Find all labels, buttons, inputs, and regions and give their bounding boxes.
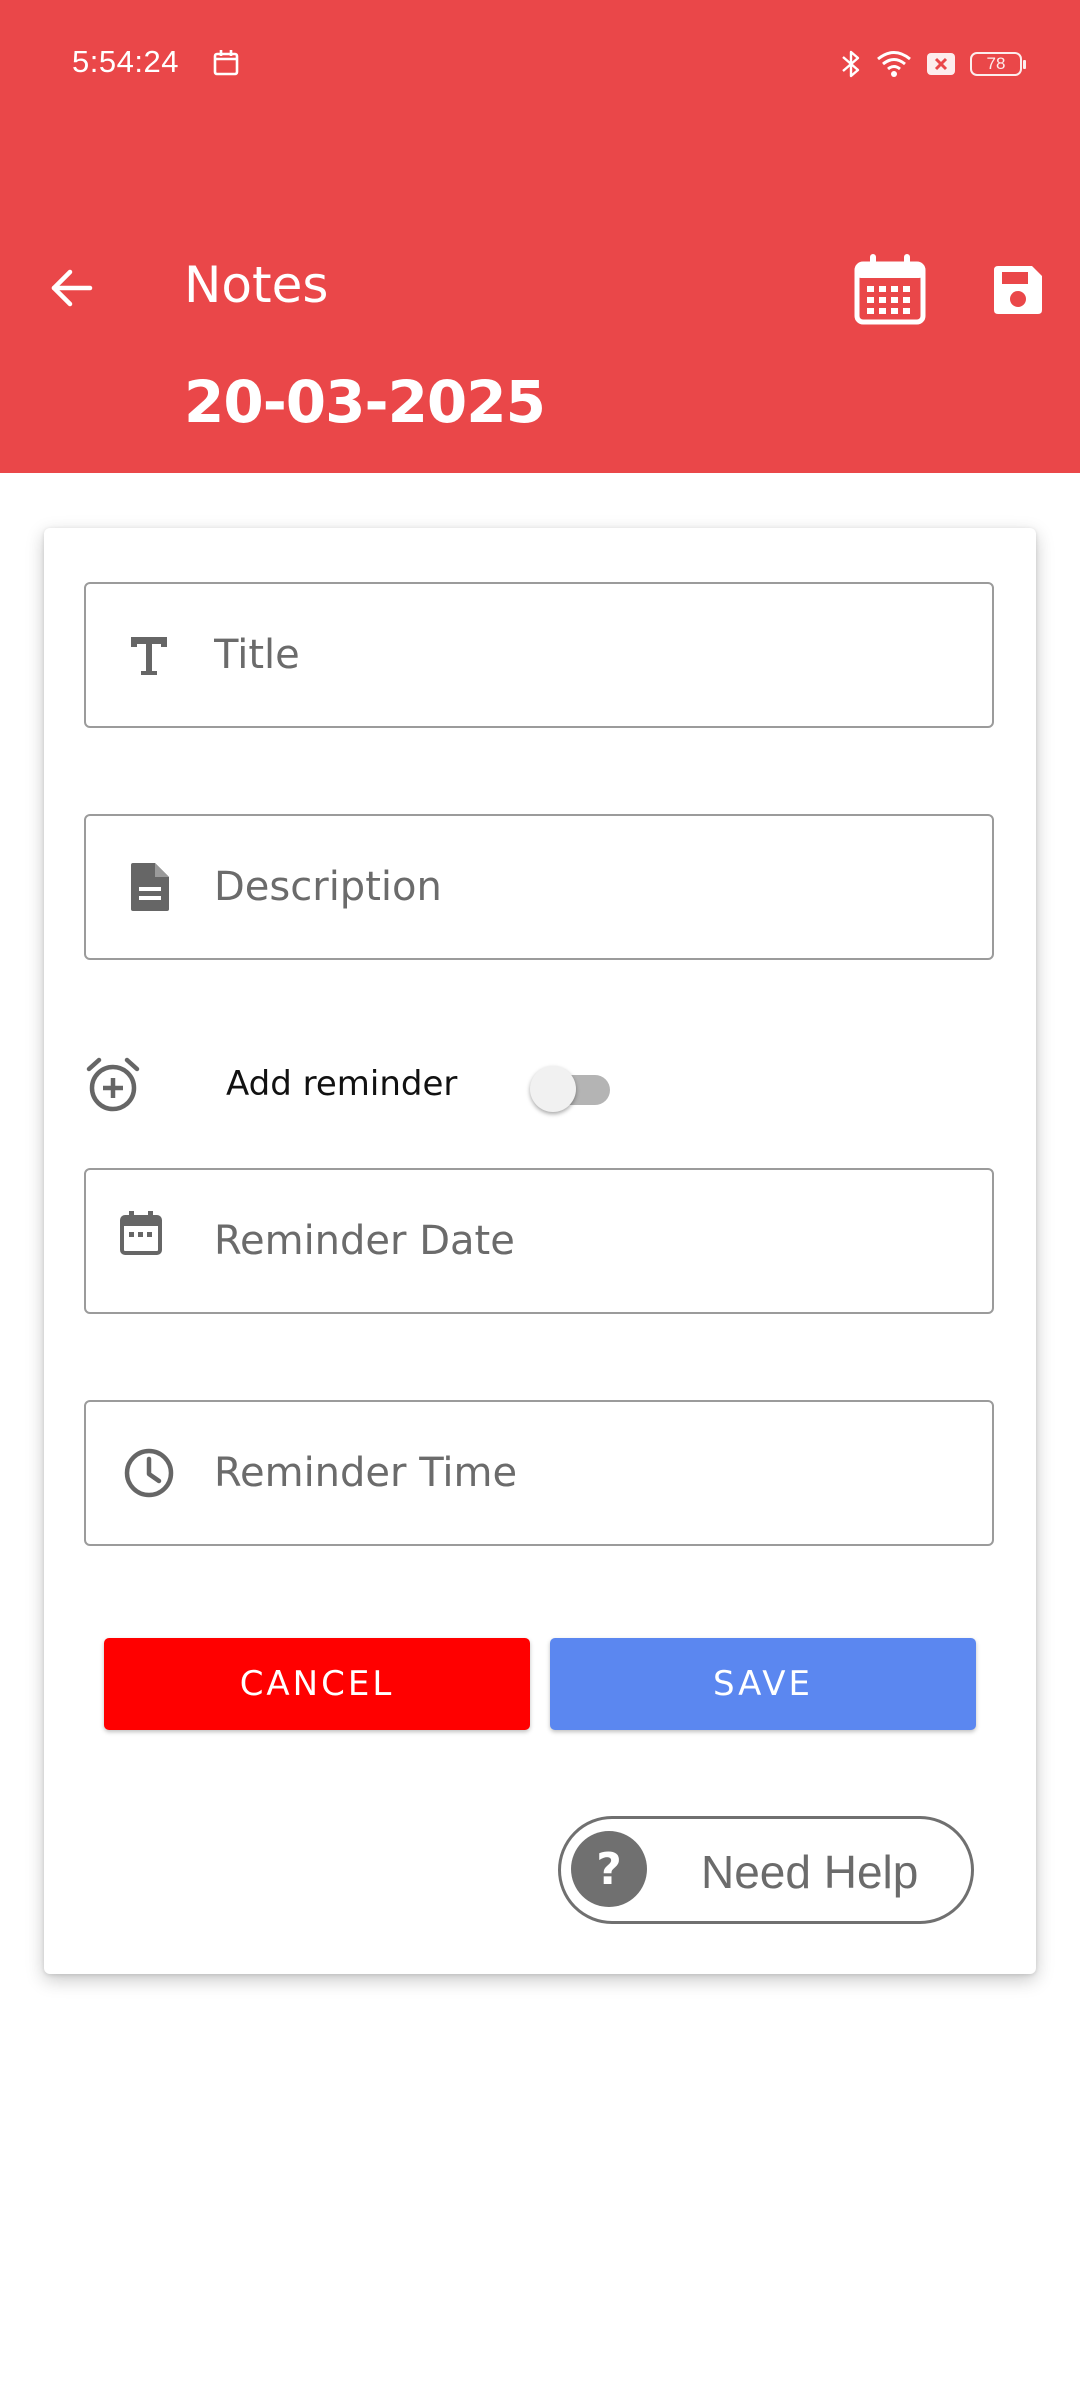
reminder-date-input[interactable] (214, 1170, 974, 1312)
add-note-screen: 5:54:24 78 Notes 20-03-2025 Title Descri… (0, 0, 1080, 2400)
app-header: 5:54:24 78 Notes 20-03-2025 (0, 0, 1080, 473)
reminder-time-input[interactable] (214, 1402, 974, 1544)
sim-error-icon (926, 51, 956, 77)
calendar-button[interactable] (852, 252, 928, 328)
need-help-button[interactable]: ? Need Help (558, 1816, 974, 1924)
reminder-time-field[interactable] (84, 1400, 994, 1546)
title-field[interactable] (84, 582, 994, 728)
status-icons: 78 (840, 44, 1026, 84)
title-input[interactable] (214, 584, 974, 726)
calendar-icon (211, 48, 241, 78)
note-form-card: Add reminder (44, 528, 1036, 1974)
help-question-icon: ? (571, 1831, 647, 1907)
add-reminder-row: Add reminder (84, 1046, 784, 1126)
status-time: 5:54:24 (72, 44, 179, 79)
need-help-label: Need Help (701, 1846, 919, 1898)
note-date: 20-03-2025 (184, 368, 546, 436)
wifi-icon (876, 49, 912, 79)
clock-icon (122, 1446, 176, 1500)
bluetooth-icon (840, 48, 862, 80)
save-button[interactable]: SAVE (550, 1638, 976, 1730)
description-input[interactable] (214, 816, 974, 958)
reminder-date-field[interactable] (84, 1168, 994, 1314)
toggle-thumb (530, 1066, 576, 1112)
document-icon (122, 860, 176, 914)
battery-icon: 78 (970, 52, 1026, 76)
save-note-icon-button[interactable] (990, 262, 1046, 318)
battery-level: 78 (986, 54, 1006, 73)
text-format-icon (122, 628, 176, 682)
cancel-button[interactable]: CANCEL (104, 1638, 530, 1730)
description-field[interactable] (84, 814, 994, 960)
alarm-add-icon (84, 1056, 142, 1114)
page-title: Notes (184, 256, 329, 314)
reminder-toggle[interactable] (526, 1062, 616, 1112)
back-arrow-icon (48, 264, 96, 316)
add-reminder-label: Add reminder (226, 1064, 458, 1104)
save-icon (990, 266, 1046, 322)
back-button[interactable] (40, 258, 104, 322)
event-calendar-icon (114, 1206, 168, 1260)
calendar-icon (852, 254, 928, 332)
